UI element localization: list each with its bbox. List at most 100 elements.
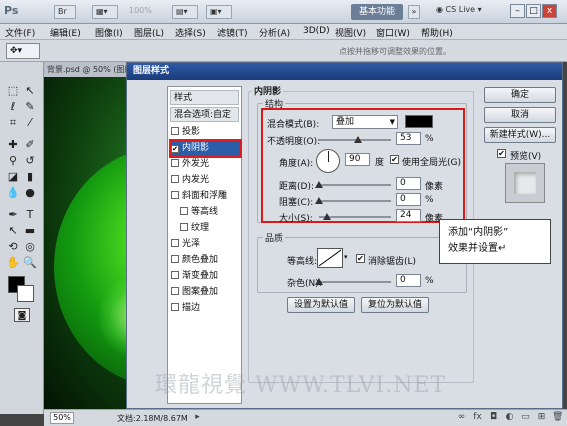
checkbox-icon[interactable] [171,303,179,311]
distance-input[interactable]: 0 [396,177,421,190]
status-zoom-field[interactable]: 50% [50,412,74,424]
blending-options-item[interactable]: 混合选项:自定 [170,107,239,122]
menu-analysis[interactable]: 分析(A) [259,26,290,39]
cancel-button[interactable]: 取消 [484,107,556,123]
preview-checkbox[interactable]: ✔ [497,149,506,158]
styles-header[interactable]: 样式 [170,90,239,105]
menu-select[interactable]: 选择(S) [175,26,206,39]
style-item-stroke[interactable]: 描边 [171,301,240,316]
cs-live-button[interactable]: ◉ CS Live ▾ [436,5,482,14]
menu-help[interactable]: 帮助(H) [421,26,453,39]
workspace-more-button[interactable]: » [408,5,420,19]
crop-tool-icon[interactable]: ⌗ [5,116,21,130]
checkbox-icon[interactable] [171,191,179,199]
marquee-tool-icon[interactable]: ⬚ [5,84,21,98]
checkbox-icon[interactable] [171,175,179,183]
history-brush-icon[interactable]: ↺ [22,154,38,168]
style-item-contour[interactable]: 等高线 [180,205,240,220]
hand-tool-icon[interactable]: ✋ [5,256,21,270]
noise-slider-track[interactable] [319,281,391,283]
checkbox-icon[interactable] [171,255,179,263]
layer-style-icon[interactable]: fx [472,412,483,423]
status-menu-arrow-icon[interactable]: ▸ [192,412,203,423]
delete-layer-icon[interactable]: 🗑 [552,412,563,423]
menu-file[interactable]: 文件(F) [5,26,35,39]
workspace-essentials-button[interactable]: 基本功能 [351,4,403,20]
menu-window[interactable]: 窗口(W) [376,26,410,39]
style-item-inner-glow[interactable]: 内发光 [171,173,240,188]
screen-mode-button[interactable]: ▣▾ [206,5,232,19]
style-item-texture[interactable]: 纹理 [180,221,240,236]
lasso-tool-icon[interactable]: ℓ [5,100,21,114]
zoom-tool-icon[interactable]: 🔍 [22,256,38,270]
layer-mask-icon[interactable]: ◘ [488,412,499,423]
eraser-tool-icon[interactable]: ◪ [5,170,21,184]
blend-mode-select[interactable]: 叠加 ▼ [332,115,398,129]
distance-slider-thumb[interactable] [315,181,323,188]
distance-slider-track[interactable] [319,184,391,186]
ok-button[interactable]: 确定 [484,87,556,103]
path-select-icon[interactable]: ↖ [5,224,21,238]
eyedropper-icon[interactable]: ⁄ [22,116,38,130]
minimize-button[interactable]: – [510,4,525,18]
shape-tool-icon[interactable]: ▬ [22,224,38,238]
choke-slider-thumb[interactable] [315,197,323,204]
3d-camera-icon[interactable]: ◎ [22,240,38,254]
menu-3d[interactable]: 3D(D) [303,26,330,36]
antialias-checkbox[interactable]: ✔ [356,254,365,263]
checkbox-icon[interactable] [171,271,179,279]
style-item-inner-shadow[interactable]: ✔ 内阴影 [169,139,242,158]
noise-slider-thumb[interactable] [315,278,323,285]
contour-picker[interactable] [317,248,343,268]
link-layers-icon[interactable]: ∞ [456,412,467,423]
checkbox-icon[interactable] [171,159,179,167]
move-tool-preset[interactable]: ✥▾ [6,43,40,59]
checkbox-icon[interactable] [171,239,179,247]
maximize-button[interactable]: □ [526,4,541,18]
clone-stamp-icon[interactable]: ⚲ [5,154,21,168]
brush-tool-icon[interactable]: ✐ [22,138,38,152]
checkbox-icon[interactable] [171,287,179,295]
quick-select-icon[interactable]: ✎ [22,100,38,114]
style-item-gradient-overlay[interactable]: 渐变叠加 [171,269,240,284]
zoom-level-select[interactable]: 100% [126,5,156,19]
adjustment-layer-icon[interactable]: ◐ [504,412,515,423]
choke-slider-track[interactable] [319,200,391,202]
size-input[interactable]: 24 [396,209,421,222]
angle-dial[interactable] [316,149,340,173]
angle-input[interactable]: 90 [345,153,370,166]
checkbox-icon[interactable] [180,223,188,231]
global-light-checkbox[interactable]: ✔ [390,155,399,164]
checkbox-checked-icon[interactable]: ✔ [171,145,179,153]
healing-brush-icon[interactable]: ✚ [5,138,21,152]
pen-tool-icon[interactable]: ✒ [5,208,21,222]
style-item-satin[interactable]: 光泽 [171,237,240,252]
opacity-input[interactable]: 53 [396,132,421,145]
noise-input[interactable]: 0 [396,274,421,287]
bridge-icon[interactable]: Br [54,5,76,19]
style-item-drop-shadow[interactable]: 投影 [171,125,240,140]
view-extras-button[interactable]: ▦▾ [92,5,118,19]
background-color-swatch[interactable] [17,285,34,302]
reset-default-button[interactable]: 复位为默认值 [361,297,429,313]
arrange-documents-button[interactable]: ▤▾ [172,5,198,19]
new-group-icon[interactable]: ▭ [520,412,531,423]
style-item-color-overlay[interactable]: 颜色叠加 [171,253,240,268]
menu-layer[interactable]: 图层(L) [134,26,164,39]
new-layer-icon[interactable]: ⊞ [536,412,547,423]
size-slider-thumb[interactable] [323,213,331,220]
3d-rotate-icon[interactable]: ⟲ [5,240,21,254]
blur-tool-icon[interactable]: 💧 [5,186,21,200]
choke-input[interactable]: 0 [396,193,421,206]
move-tool-icon[interactable]: ↖ [22,84,38,98]
checkbox-icon[interactable] [180,207,188,215]
new-style-button[interactable]: 新建样式(W)... [484,127,556,143]
type-tool-icon[interactable]: T [22,208,38,222]
close-button[interactable]: x [542,4,557,18]
shadow-color-swatch[interactable] [405,115,433,128]
quick-mask-icon[interactable]: ◙ [14,308,30,322]
menu-image[interactable]: 图像(I) [95,26,123,39]
menu-filter[interactable]: 滤镜(T) [217,26,248,39]
contour-dropdown-icon[interactable]: ▾ [344,253,348,261]
style-item-outer-glow[interactable]: 外发光 [171,157,240,172]
